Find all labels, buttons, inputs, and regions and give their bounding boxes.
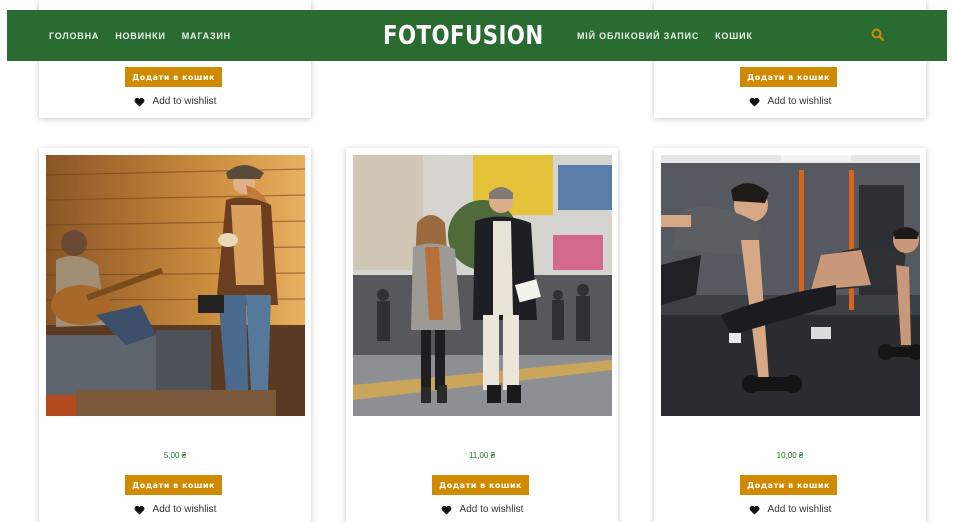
heart-icon bbox=[441, 505, 451, 515]
heart-icon bbox=[749, 505, 759, 515]
product-price: 10,00 ₴ bbox=[776, 451, 804, 460]
product-card: 11,00 ₴ Додати в кошик Add to wishlist bbox=[346, 148, 618, 522]
nav-link-account[interactable]: МІЙ ОБЛІКОВИЙ ЗАПИС bbox=[577, 31, 699, 41]
product-image[interactable] bbox=[661, 155, 920, 416]
add-to-cart-button[interactable]: Додати в кошик bbox=[125, 475, 222, 495]
add-to-wishlist-link[interactable]: Add to wishlist bbox=[39, 96, 311, 107]
wishlist-label: Add to wishlist bbox=[459, 504, 524, 515]
add-to-wishlist-link[interactable]: Add to wishlist bbox=[39, 504, 311, 515]
site-logo[interactable]: FOTOFUSION bbox=[383, 10, 544, 61]
product-price: 11,00 ₴ bbox=[468, 451, 496, 460]
couple-with-guitar-photo bbox=[46, 155, 305, 416]
heart-icon bbox=[134, 97, 144, 107]
add-to-wishlist-link[interactable]: Add to wishlist bbox=[654, 504, 926, 515]
nav-left: ГОЛОВНА НОВИНКИ МАГАЗИН bbox=[49, 10, 231, 61]
wishlist-label: Add to wishlist bbox=[152, 96, 217, 107]
add-to-wishlist-link[interactable]: Add to wishlist bbox=[346, 504, 618, 515]
add-to-cart-button[interactable]: Додати в кошик bbox=[125, 67, 222, 87]
gym-workout-photo bbox=[661, 155, 920, 416]
add-to-cart-button[interactable]: Додати в кошик bbox=[740, 475, 837, 495]
search-button[interactable] bbox=[870, 27, 886, 43]
add-to-cart-button[interactable]: Додати в кошик bbox=[432, 475, 529, 495]
nav-right: МІЙ ОБЛІКОВИЙ ЗАПИС КОШИК bbox=[577, 10, 753, 61]
product-image[interactable] bbox=[46, 155, 305, 416]
wishlist-label: Add to wishlist bbox=[767, 504, 832, 515]
heart-icon bbox=[749, 97, 759, 107]
product-price: 5,00 ₴ bbox=[163, 451, 187, 460]
product-card: 10,00 ₴ Додати в кошик Add to wishlist bbox=[654, 148, 926, 522]
couple-walking-street-photo bbox=[353, 155, 612, 416]
site-header: ГОЛОВНА НОВИНКИ МАГАЗИН FOTOFUSION МІЙ О… bbox=[7, 10, 947, 61]
add-to-cart-button[interactable]: Додати в кошик bbox=[740, 67, 837, 87]
add-to-wishlist-link[interactable]: Add to wishlist bbox=[654, 96, 926, 107]
nav-link-home[interactable]: ГОЛОВНА bbox=[49, 31, 99, 41]
nav-link-shop[interactable]: МАГАЗИН bbox=[182, 31, 231, 41]
wishlist-label: Add to wishlist bbox=[152, 504, 217, 515]
nav-link-cart[interactable]: КОШИК bbox=[715, 31, 753, 41]
product-image[interactable] bbox=[353, 155, 612, 416]
wishlist-label: Add to wishlist bbox=[767, 96, 832, 107]
heart-icon bbox=[134, 505, 144, 515]
search-icon bbox=[871, 28, 885, 42]
nav-link-new[interactable]: НОВИНКИ bbox=[115, 31, 166, 41]
product-card: 5,00 ₴ Додати в кошик Add to wishlist bbox=[39, 148, 311, 522]
